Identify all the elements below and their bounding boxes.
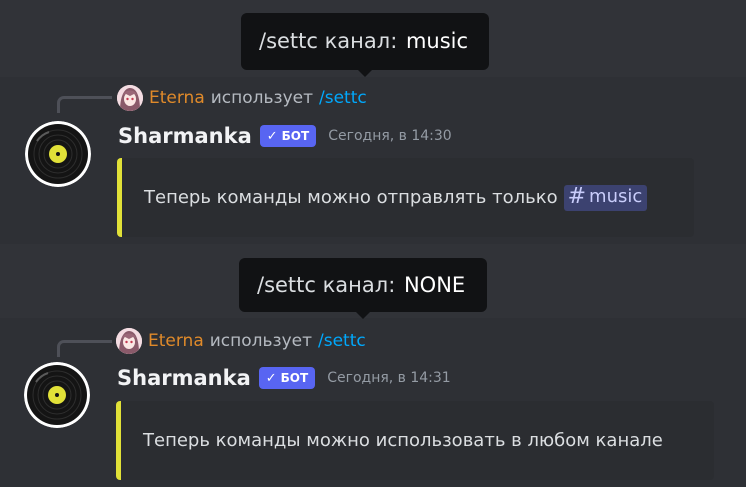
hash-channel-icon: # — [567, 183, 587, 209]
message-header: Sharmanka ✓ БОТ Сегодня, в 14:31 — [117, 366, 451, 390]
tooltip-prefix: /settc канал: — [259, 29, 398, 53]
tooltip-prefix: /settc канал: — [257, 272, 396, 297]
message-timestamp[interactable]: Сегодня, в 14:31 — [327, 370, 451, 386]
embed-text: Теперь команды можно использовать в любо… — [143, 430, 663, 451]
bot-badge: ✓ БОТ — [259, 125, 317, 147]
reply-command-link[interactable]: /settc — [319, 88, 367, 108]
bot-badge: ✓ БОТ — [258, 367, 316, 389]
eterna-avatar[interactable] — [117, 85, 143, 111]
reply-connector — [57, 96, 112, 113]
bot-badge-label: БОТ — [280, 371, 309, 385]
message-1[interactable]: Eterna использует /settc Sharmanka ✓ БОТ … — [0, 77, 746, 244]
author-name[interactable]: Sharmanka — [118, 124, 252, 148]
checkmark-icon: ✓ — [266, 128, 278, 144]
message-header: Sharmanka ✓ БОТ Сегодня, в 14:30 — [118, 124, 452, 148]
reply-action: использует — [209, 331, 313, 351]
reply-username[interactable]: Eterna — [148, 331, 204, 351]
author-name[interactable]: Sharmanka — [117, 366, 251, 390]
reply-preview[interactable]: Eterna использует /settc — [117, 85, 367, 111]
embed: Теперь команды можно отправлять только #… — [117, 158, 694, 237]
tooltip-value: music — [405, 29, 469, 53]
reply-username[interactable]: Eterna — [149, 88, 205, 108]
reply-command-link[interactable]: /settc — [318, 331, 366, 351]
eterna-avatar[interactable] — [116, 328, 142, 354]
channel-mention-label: music — [589, 186, 643, 207]
embed-text: Теперь команды можно отправлять только — [144, 187, 558, 208]
sharmanka-avatar[interactable] — [24, 362, 90, 428]
reply-action: использует — [210, 88, 314, 108]
reply-connector — [57, 340, 112, 357]
command-tooltip-2: /settc канал: NONE — [239, 258, 487, 319]
embed: Теперь команды можно использовать в любо… — [116, 401, 714, 480]
tooltip-value: NONE — [403, 272, 466, 297]
channel-mention[interactable]: # music — [563, 183, 648, 211]
message-2[interactable]: Eterna использует /settc Sharmanka ✓ БОТ … — [0, 318, 746, 487]
bot-badge-label: БОТ — [281, 129, 310, 143]
checkmark-icon: ✓ — [265, 370, 277, 386]
reply-preview[interactable]: Eterna использует /settc — [116, 328, 366, 354]
sharmanka-avatar[interactable] — [25, 121, 91, 187]
command-tooltip-1: /settc канал: music — [241, 13, 489, 77]
message-timestamp[interactable]: Сегодня, в 14:30 — [328, 128, 452, 144]
